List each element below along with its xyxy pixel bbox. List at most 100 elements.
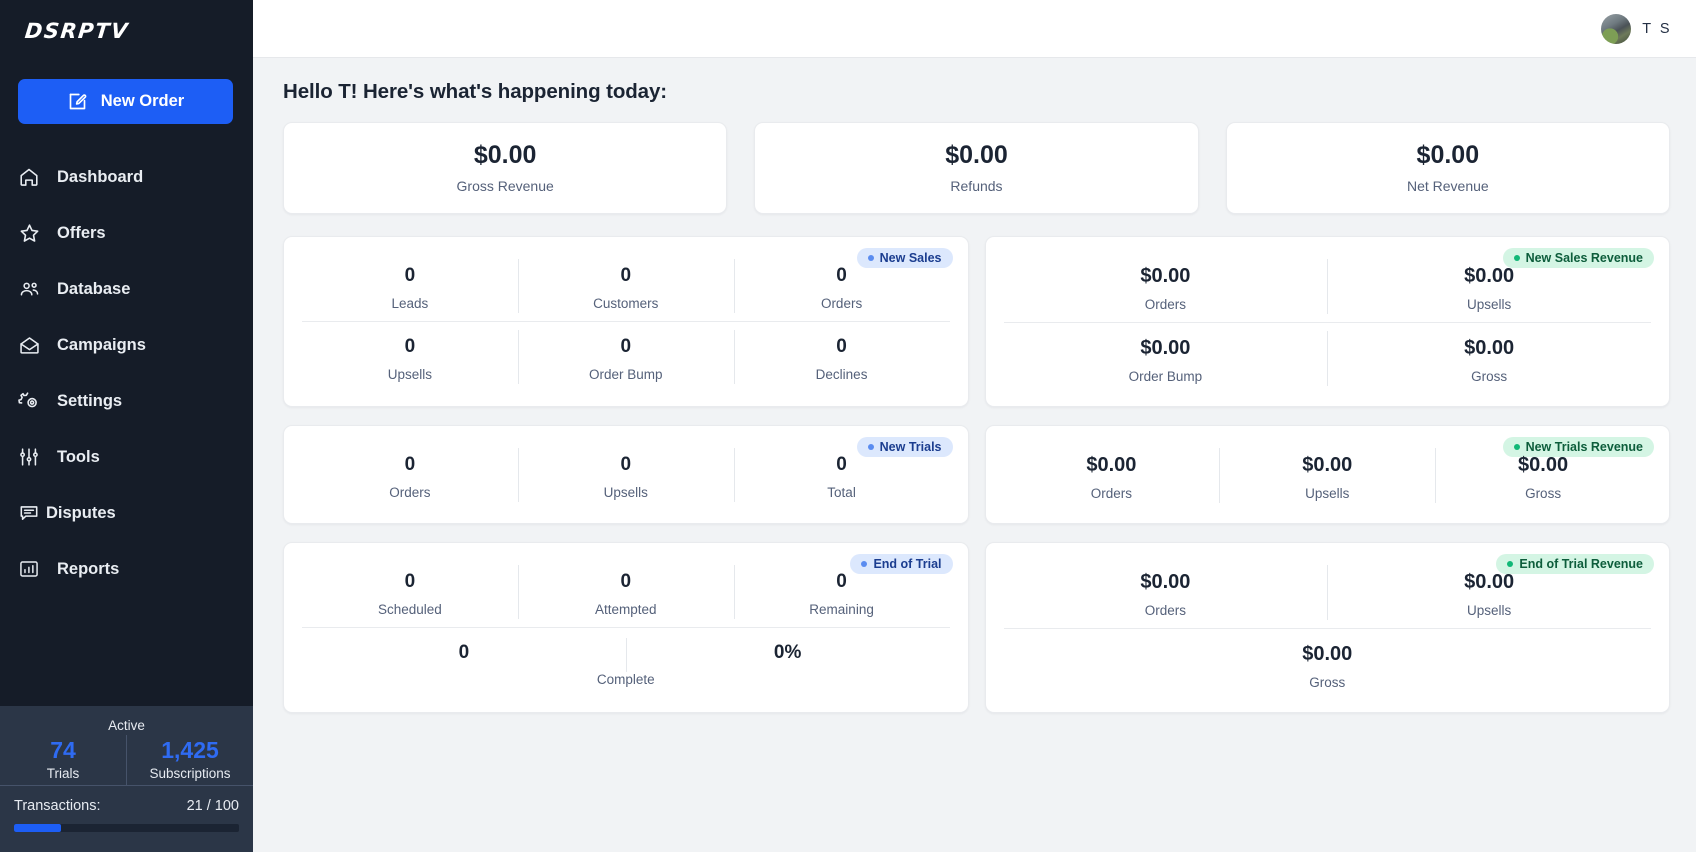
dashboard-content: Hello T! Here's what's happening today: … [253, 58, 1696, 852]
metric-trials-total: 0 Total [733, 440, 950, 510]
brand-logo[interactable]: DSRPTV [0, 0, 253, 62]
sidebar-item-disputes[interactable]: Disputes [0, 485, 253, 541]
new-sales-card: New Sales 0 Leads 0 Customers 0 Orders 0… [283, 236, 969, 407]
metric-trials-upsells-revenue: $0.00 Upsells [1219, 440, 1435, 511]
metric-label: Gross [1525, 486, 1562, 501]
avatar[interactable] [1601, 13, 1632, 44]
sidebar-item-label: Reports [57, 559, 120, 578]
metric-value: $0.00 [1086, 454, 1137, 476]
home-icon [17, 165, 41, 189]
metric-value: $0.00 [1140, 337, 1191, 359]
bar-chart-icon [17, 557, 41, 581]
metric-label: Orders [820, 295, 863, 311]
metric-value: 0 [836, 265, 847, 286]
sidebar: DSRPTV New Order Dashboard Offers Databa… [0, 0, 253, 852]
net-revenue-label: Net Revenue [1406, 178, 1489, 195]
active-subscriptions-label: Subscriptions [149, 766, 231, 781]
metric-trials-gross-revenue: $0.00 Gross [1435, 440, 1651, 511]
sidebar-item-database[interactable]: Database [0, 261, 253, 317]
end-of-trial-card: End of Trial 0 Scheduled 0 Attempted 0 R… [283, 542, 969, 713]
metric-label: Orders [389, 484, 431, 500]
active-subscriptions[interactable]: 1,425 Subscriptions [126, 734, 253, 785]
sidebar-item-offers[interactable]: Offers [0, 205, 253, 261]
transactions-label: Transactions: [14, 798, 101, 814]
new-sales-row-2: 0 Upsells 0 Order Bump 0 Declines [302, 320, 950, 392]
metric-value: 0 [620, 454, 632, 475]
metric-orders: 0 Orders [733, 251, 950, 321]
sidebar-item-dashboard[interactable]: Dashboard [0, 149, 253, 205]
new-trials-card: New Trials 0 Orders 0 Upsells 0 Total [283, 425, 969, 524]
metric-leads: 0 Leads [302, 251, 518, 321]
metric-complete-percent: 0% [625, 628, 950, 672]
sidebar-item-reports[interactable]: Reports [0, 541, 253, 597]
metric-scheduled: 0 Scheduled [302, 557, 518, 627]
metric-value: $0.00 [1302, 643, 1353, 665]
metric-value: $0.00 [1464, 265, 1515, 287]
metric-label: Scheduled [378, 601, 442, 617]
metric-label: Upsells [1466, 603, 1512, 618]
new-sales-revenue-card: New Sales Revenue $0.00 Orders $0.00 Ups… [984, 236, 1670, 407]
sidebar-item-label: Disputes [46, 503, 116, 522]
metric-value: 0 [836, 454, 847, 475]
new-trials-revenue-row-1: $0.00 Orders $0.00 Upsells $0.00 Gross [1004, 440, 1652, 511]
sidebar-item-label: Tools [57, 447, 100, 466]
active-subscriptions-value: 1,425 [161, 736, 219, 763]
new-sales-row: New Sales 0 Leads 0 Customers 0 Orders 0… [283, 236, 1670, 407]
metric-label: Order Bump [1128, 369, 1203, 384]
metric-label: Orders [1144, 603, 1186, 618]
sidebar-item-campaigns[interactable]: Campaigns [0, 317, 253, 373]
metric-eot-orders-revenue: $0.00 Orders [1004, 557, 1328, 628]
metric-value: $0.00 [1518, 454, 1569, 476]
refunds-label: Refunds [950, 178, 1003, 195]
end-of-trial-row: End of Trial 0 Scheduled 0 Attempted 0 R… [283, 542, 1670, 713]
gear-icon [17, 389, 41, 413]
end-of-trial-revenue-row-1: $0.00 Orders $0.00 Upsells [1004, 557, 1652, 628]
metric-value: $0.00 [1140, 265, 1191, 287]
active-trials[interactable]: 74 Trials [0, 735, 126, 785]
edit-square-icon [67, 91, 88, 112]
metric-upsells-revenue: $0.00 Upsells [1327, 251, 1651, 322]
new-trials-row-1: 0 Orders 0 Upsells 0 Total [302, 440, 950, 510]
metric-declines: 0 Declines [733, 322, 950, 392]
metric-value: $0.00 [1464, 571, 1515, 593]
metric-order-bump-revenue: $0.00 Order Bump [1004, 323, 1328, 394]
page-title: Hello T! Here's what's happening today: [283, 80, 668, 103]
metric-label: Customers [593, 295, 659, 311]
main-area: T S Hello T! Here's what's happening tod… [253, 0, 1696, 852]
metric-value: $0.00 [1140, 571, 1191, 593]
metric-value: $0.00 [1464, 337, 1515, 359]
metric-eot-upsells-revenue: $0.00 Upsells [1327, 557, 1651, 628]
transactions-progress-bar [14, 824, 239, 832]
sidebar-item-settings[interactable]: Settings [0, 373, 253, 429]
active-stats: 74 Trials 1,425 Subscriptions [0, 734, 253, 785]
metric-orders-revenue: $0.00 Orders [1004, 251, 1328, 322]
transactions-count: 21 / 100 [186, 798, 239, 814]
sliders-icon [17, 445, 41, 469]
metric-value: $0.00 [1302, 454, 1353, 476]
transactions-row: Transactions: 21 / 100 [14, 798, 239, 814]
sidebar-item-tools[interactable]: Tools [0, 429, 253, 485]
new-sales-revenue-row-1: $0.00 Orders $0.00 Upsells [1004, 251, 1652, 322]
sidebar-item-label: Settings [57, 391, 123, 410]
end-of-trial-row-1: 0 Scheduled 0 Attempted 0 Remaining [302, 557, 950, 627]
metric-label: Upsells [603, 484, 648, 500]
new-order-button[interactable]: New Order [18, 79, 233, 124]
active-title: Active [108, 717, 145, 733]
new-trials-row: New Trials 0 Orders 0 Upsells 0 Total Ne… [283, 425, 1670, 524]
metric-value: 0 [404, 265, 416, 286]
envelope-icon [17, 333, 41, 357]
metric-label: Orders [1144, 297, 1186, 312]
transactions-progress-fill [14, 824, 62, 832]
metric-complete-label: Complete [596, 671, 655, 687]
metric-value: 0 [620, 265, 632, 286]
metric-label: Attempted [594, 601, 657, 617]
gross-revenue-card: $0.00 Gross Revenue [283, 122, 728, 214]
transactions-meter: Transactions: 21 / 100 [0, 785, 253, 842]
metric-remaining: 0 Remaining [733, 557, 950, 627]
user-initials[interactable]: T S [1642, 21, 1672, 37]
metric-label: Upsells [387, 366, 433, 382]
end-of-trial-revenue-card: End of Trial Revenue $0.00 Orders $0.00 … [984, 542, 1670, 713]
metric-value: 0 [404, 335, 416, 357]
metric-gross-revenue: $0.00 Gross [1327, 323, 1651, 394]
